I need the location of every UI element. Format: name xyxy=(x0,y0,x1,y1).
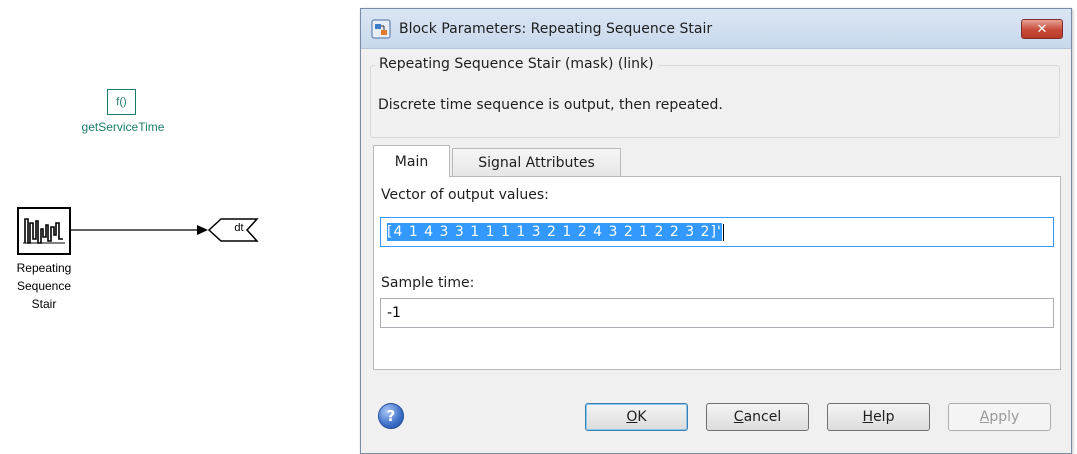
vector-label: Vector of output values: xyxy=(381,187,549,203)
sample-time-label: Sample time: xyxy=(381,275,475,291)
cancel-mnemonic: C xyxy=(733,409,744,425)
stair-label-line: Stair xyxy=(31,297,57,311)
signal-line[interactable] xyxy=(71,220,211,240)
model-canvas[interactable]: f() getServiceTime Repeating Sequence St… xyxy=(0,0,360,454)
help-mnemonic: H xyxy=(862,409,874,425)
cancel-button[interactable]: Cancel xyxy=(706,403,809,431)
stair-signal-icon xyxy=(23,218,65,244)
question-icon[interactable]: ? xyxy=(378,403,404,429)
apply-mnemonic: A xyxy=(979,409,990,425)
function-icon: f() xyxy=(116,96,127,108)
ok-label-rest: K xyxy=(637,409,647,425)
ok-button[interactable]: OK xyxy=(585,403,688,431)
sample-time-input[interactable]: -1 xyxy=(380,298,1054,328)
stair-label-line: Sequence xyxy=(16,279,72,293)
cancel-label-rest: ancel xyxy=(743,409,782,425)
mask-description: Discrete time sequence is output, then r… xyxy=(378,97,723,113)
tab-main[interactable]: Main xyxy=(373,145,450,177)
block-parameters-dialog: Block Parameters: Repeating Sequence Sta… xyxy=(360,8,1072,454)
text-caret xyxy=(722,223,724,241)
main-tab-panel: Vector of output values: [4 1 4 3 3 1 1 … xyxy=(373,176,1061,370)
stair-label-line: Repeating xyxy=(16,261,72,275)
close-icon: ✕ xyxy=(1036,21,1048,37)
mask-group-title: Repeating Sequence Stair (mask) (link) xyxy=(375,56,658,72)
ok-mnemonic: O xyxy=(626,409,638,425)
close-button[interactable]: ✕ xyxy=(1021,19,1063,39)
apply-button[interactable]: Apply xyxy=(948,403,1051,431)
dialog-title: Block Parameters: Repeating Sequence Sta… xyxy=(399,20,713,37)
vector-value: [4 1 4 3 3 1 1 1 1 3 2 1 2 4 3 2 1 2 2 3… xyxy=(387,223,722,241)
simulink-block-icon xyxy=(371,19,391,38)
matlab-function-block[interactable]: f() xyxy=(107,89,136,115)
help-button[interactable]: Help xyxy=(827,403,930,431)
repeating-sequence-stair-block[interactable] xyxy=(17,207,71,255)
help-label-rest: elp xyxy=(873,409,895,425)
goto-tag-label: dt xyxy=(234,222,244,234)
tab-signal-attributes[interactable]: Signal Attributes xyxy=(452,148,621,176)
stair-block-label: Repeating Sequence Stair xyxy=(0,259,88,313)
function-block-label: getServiceTime xyxy=(81,120,165,134)
apply-label-rest: pply xyxy=(989,409,1020,425)
vector-input[interactable]: [4 1 4 3 3 1 1 1 1 3 2 1 2 4 3 2 1 2 2 3… xyxy=(380,217,1054,247)
dialog-titlebar[interactable]: Block Parameters: Repeating Sequence Sta… xyxy=(361,9,1071,49)
sample-time-value: -1 xyxy=(387,305,401,321)
